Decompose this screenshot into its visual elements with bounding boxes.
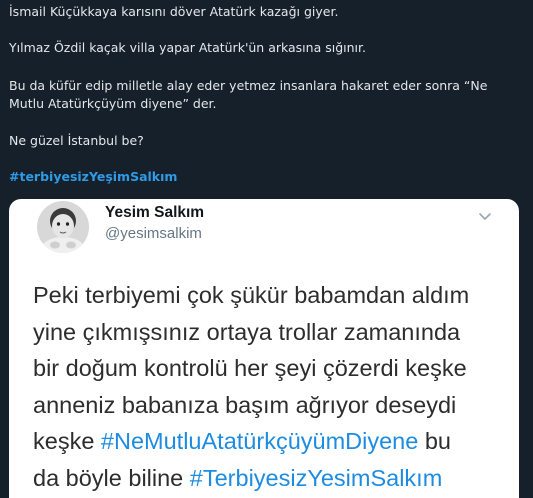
tweet-line: Yılmaz Özdil kaçak villa yapar Atatürk'ü… <box>9 40 366 55</box>
tweet-line: Mutlu Atatürkçüyüm diyene” der. <box>9 96 217 111</box>
tweet-line: Bu da küfür edip milletle alay eder yetm… <box>9 78 488 93</box>
hashtag-link[interactable]: #TerbiyesizYesimSalkım <box>190 465 443 491</box>
tweet-line: İsmail Küçükkaya karısını döver Atatürk … <box>9 4 339 19</box>
quoted-line-text: bu <box>418 428 451 454</box>
quoted-tweet-image[interactable]: Yesim Salkım @yesimsalkim Peki terbiyemi… <box>9 199 519 498</box>
quoted-author-name[interactable]: Yesim Salkım <box>105 204 204 222</box>
quoted-line: Peki terbiyemi çok şükür babamdan aldım <box>33 282 470 308</box>
quoted-line: anneniz babanıza başım ağrıyor deseydi <box>33 391 457 418</box>
quoted-line: bir doğum kontrolü her şeyi çözerdi keşk… <box>33 355 467 381</box>
quoted-line-text: da böyle biline <box>33 464 190 491</box>
chevron-down-icon[interactable] <box>478 207 492 220</box>
quoted-line: yine çıkmışsınız ortaya trollar zamanınd… <box>33 318 461 345</box>
tweet-line: Ne güzel İstanbul be? <box>9 133 144 148</box>
hashtag-link[interactable]: #NeMutluAtatürkçüyümDiyene <box>101 428 418 454</box>
quoted-author-handle[interactable]: @yesimsalkim <box>105 225 202 242</box>
quoted-line: keşke #NeMutluAtatürkçüyümDiyene bu <box>33 423 519 460</box>
baby-photo-icon <box>37 201 89 253</box>
hashtag-link[interactable]: #terbiyesizYeşimSalkım <box>9 168 177 186</box>
quoted-tweet-text: Peki terbiyemi çok şükür babamdan aldım … <box>33 277 519 496</box>
avatar[interactable] <box>37 201 89 253</box>
quoted-line: da böyle biline #TerbiyesizYesimSalkım <box>33 460 519 497</box>
quoted-line-text: keşke <box>33 428 101 454</box>
